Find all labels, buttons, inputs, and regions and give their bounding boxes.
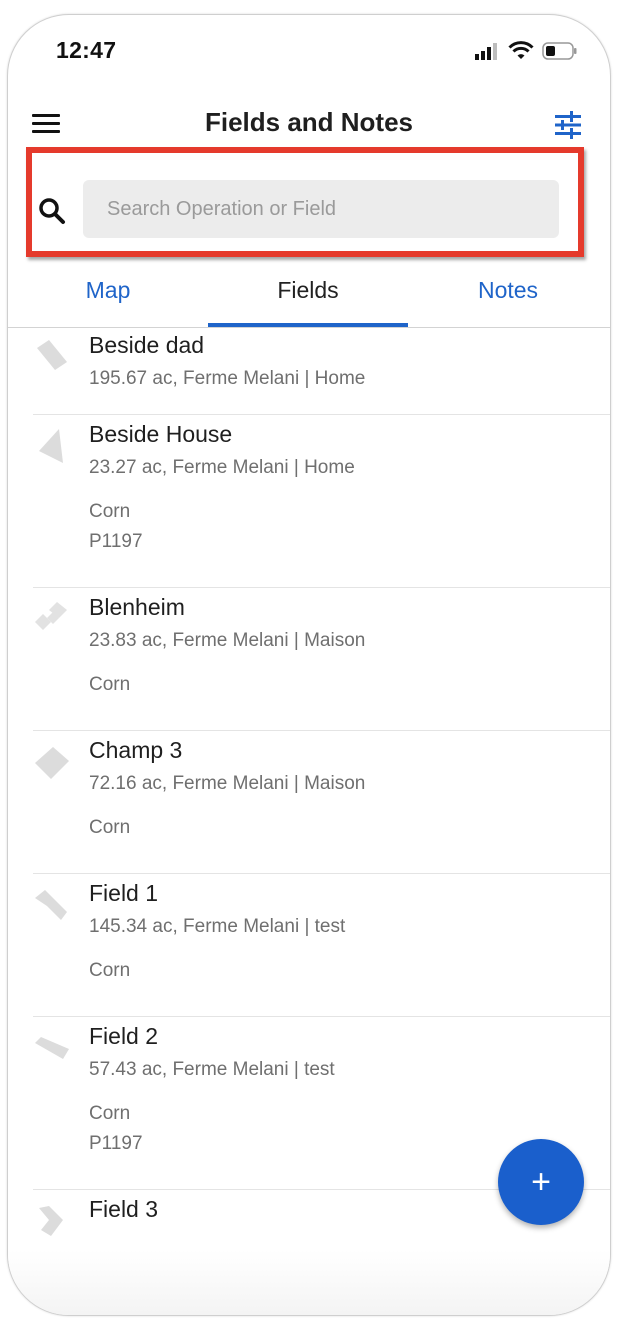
field-meta: 57.43 ac, Ferme Melani | test bbox=[89, 1059, 335, 1080]
list-item[interactable]: Champ 3 72.16 ac, Ferme Melani | Maison … bbox=[33, 731, 610, 874]
plus-icon: + bbox=[531, 1162, 551, 1201]
status-icons bbox=[474, 41, 578, 61]
field-shape-icon bbox=[35, 1037, 69, 1059]
field-name: Field 3 bbox=[89, 1196, 159, 1222]
field-name: Champ 3 bbox=[89, 737, 183, 763]
status-bar: 12:47 bbox=[8, 15, 610, 95]
search-input[interactable] bbox=[83, 180, 559, 238]
signal-icon bbox=[475, 43, 497, 60]
tab-bar: Map Fields Notes bbox=[8, 273, 610, 328]
field-meta: 23.27 ac, Ferme Melani | Home bbox=[89, 457, 355, 478]
field-meta: 195.67 ac, Ferme Melani | Home bbox=[89, 368, 366, 389]
tab-fields[interactable]: Fields bbox=[208, 277, 408, 325]
tab-notes[interactable]: Notes bbox=[458, 277, 558, 325]
add-button[interactable]: + bbox=[498, 1139, 584, 1225]
filter-sliders-icon[interactable] bbox=[552, 109, 584, 141]
field-shape-icon bbox=[35, 890, 67, 920]
status-time: 12:47 bbox=[56, 37, 117, 63]
list-item[interactable]: Beside dad 195.67 ac, Ferme Melani | Hom… bbox=[33, 328, 610, 415]
field-meta: 23.83 ac, Ferme Melani | Maison bbox=[89, 630, 366, 651]
navigation-bar: Fields and Notes bbox=[8, 99, 610, 147]
battery-icon bbox=[542, 42, 577, 60]
field-shape-icon bbox=[35, 602, 67, 630]
list-item[interactable]: Beside House 23.27 ac, Ferme Melani | Ho… bbox=[33, 415, 610, 588]
field-shape-icon bbox=[39, 429, 63, 463]
tab-map[interactable]: Map bbox=[68, 277, 148, 325]
field-shape-icon bbox=[35, 747, 69, 779]
field-crop: Corn bbox=[89, 817, 131, 838]
field-name: Blenheim bbox=[89, 594, 185, 620]
list-item[interactable]: Blenheim 23.83 ac, Ferme Melani | Maison… bbox=[33, 588, 610, 731]
field-crop: Corn bbox=[89, 501, 131, 522]
search-icon bbox=[39, 198, 65, 224]
field-meta: 145.34 ac, Ferme Melani | test bbox=[89, 916, 346, 937]
field-crop: Corn bbox=[89, 674, 131, 695]
field-crop: P1197 bbox=[89, 531, 143, 552]
field-name: Beside House bbox=[89, 421, 233, 447]
phone-frame: 12:47 Fields and Notes Search Operation … bbox=[7, 14, 611, 1316]
field-meta: 72.16 ac, Ferme Melani | Maison bbox=[89, 773, 366, 794]
fields-list: Beside dad 195.67 ac, Ferme Melani | Hom… bbox=[8, 328, 610, 1263]
list-item[interactable]: Field 1 145.34 ac, Ferme Melani | test C… bbox=[33, 874, 610, 1017]
field-shape-icon bbox=[37, 340, 67, 370]
field-name: Field 1 bbox=[89, 880, 159, 906]
bottom-bar bbox=[8, 1250, 610, 1315]
page-title: Fields and Notes bbox=[204, 107, 414, 137]
active-tab-indicator bbox=[208, 323, 408, 327]
field-name: Beside dad bbox=[89, 332, 205, 358]
wifi-icon bbox=[508, 41, 534, 59]
field-name: Field 2 bbox=[89, 1023, 159, 1049]
field-crop: Corn bbox=[89, 1103, 131, 1124]
field-shape-icon bbox=[39, 1206, 63, 1236]
field-crop: Corn bbox=[89, 960, 131, 981]
field-crop: P1197 bbox=[89, 1133, 143, 1154]
